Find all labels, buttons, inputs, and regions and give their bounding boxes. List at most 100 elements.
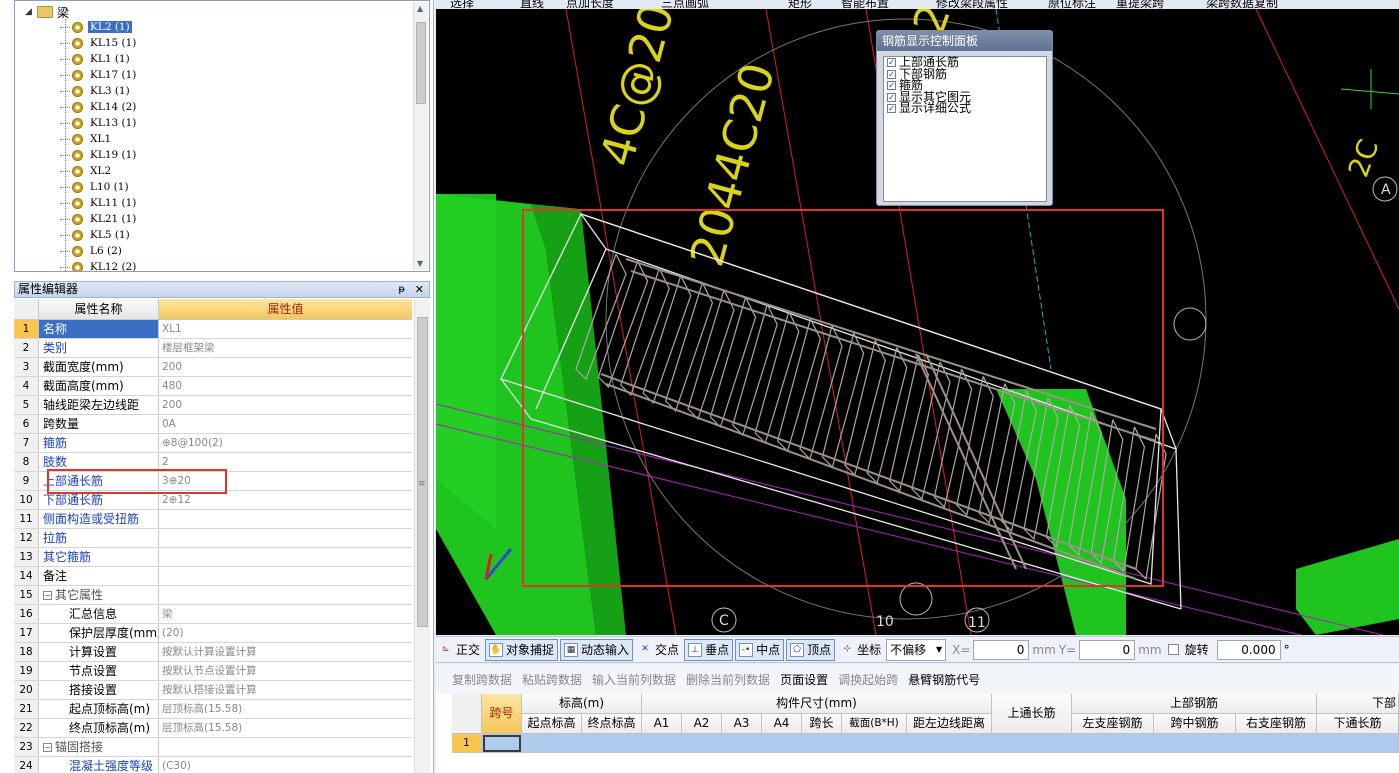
tree-scroll-thumb[interactable]	[416, 22, 426, 104]
property-row[interactable]: 4 截面高度(mm) 480	[14, 377, 412, 396]
toolbar-button[interactable]: 点加长度	[566, 0, 614, 9]
property-row[interactable]: 11 侧面构造或受扭筋	[14, 510, 412, 529]
tree-item[interactable]: KL2 (1)	[60, 19, 132, 35]
property-value[interactable]: 按默认搭接设置计算	[159, 681, 412, 699]
coordinate-toggle[interactable]: ⊹ 坐标	[837, 639, 884, 661]
property-value[interactable]	[159, 567, 412, 585]
toolbar-button[interactable]: 直线	[520, 0, 544, 9]
property-value[interactable]	[159, 548, 412, 566]
tree-item[interactable]: KL21 (1)	[60, 211, 138, 227]
vertex-toggle[interactable]: ⬠ 顶点	[786, 638, 836, 661]
component-tree[interactable]: ◢ 梁 KL2 (1) KL15 (1) KL1 (1) KL17 (1) KL3 (1…	[14, 0, 430, 272]
property-row[interactable]: 22 终点顶标高(m) 层顶标高(15.58)	[14, 719, 412, 738]
close-icon[interactable]: ✕	[415, 282, 424, 297]
tree-root-beam[interactable]: ◢ 梁	[25, 4, 69, 20]
rebar-option-checkbox[interactable]: ✓ 显示详细公式	[884, 102, 1046, 115]
tree-item[interactable]: KL3 (1)	[60, 83, 132, 99]
tree-item[interactable]: XL2	[60, 163, 113, 179]
col-a3[interactable]: A3	[722, 714, 762, 734]
tree-item[interactable]: KL13 (1)	[60, 115, 138, 131]
tree-item[interactable]: KL1 (1)	[60, 51, 132, 67]
col-top-through[interactable]: 上通长筋	[992, 694, 1072, 734]
property-row[interactable]: 17 保护层厚度(mm) (20)	[14, 624, 412, 643]
collapse-arrow-icon[interactable]: ◢	[25, 7, 37, 17]
grid-toolbar-button[interactable]: 悬臂钢筋代号	[908, 671, 980, 688]
property-value[interactable]: 480	[159, 377, 412, 395]
property-value[interactable]: ⊕8@100(2)	[159, 434, 412, 452]
tree-item[interactable]: KL19 (1)	[60, 147, 138, 163]
property-value[interactable]	[159, 510, 412, 528]
property-scrollbar[interactable]: ≡	[414, 299, 430, 773]
collapse-minus-icon[interactable]: −	[43, 591, 52, 600]
dynamic-input-toggle[interactable]: ▦ 动态输入	[560, 638, 634, 661]
toolbar-button[interactable]: 修改梁段属性	[936, 0, 1008, 9]
tree-item[interactable]: XL1	[60, 131, 113, 147]
col-right-support[interactable]: 右支座钢筋	[1236, 714, 1317, 734]
property-value[interactable]	[159, 738, 412, 756]
tree-item[interactable]: KL14 (2)	[60, 99, 138, 115]
property-row[interactable]: 19 节点设置 按默认节点设置计算	[14, 662, 412, 681]
checkbox-icon[interactable]: ✓	[887, 104, 896, 114]
property-value[interactable]: (20)	[159, 624, 412, 642]
property-value[interactable]: 200	[159, 396, 412, 414]
checkbox-icon[interactable]: ✓	[887, 92, 896, 102]
col-section[interactable]: 截面(B*H)	[842, 714, 907, 734]
grid-toolbar-button[interactable]: 删除当前列数据	[686, 671, 770, 688]
property-row[interactable]: 6 跨数量 0A	[14, 415, 412, 434]
checkbox-icon[interactable]: ✓	[887, 81, 896, 91]
object-snap-toggle[interactable]: ✋ 对象捕捉	[485, 638, 559, 661]
pin-icon[interactable]: ᵽ	[398, 282, 405, 297]
rotate-checkbox[interactable]	[1167, 644, 1179, 655]
col-a2[interactable]: A2	[682, 714, 722, 734]
perpendicular-toggle[interactable]: ⊥ 垂点	[684, 638, 734, 661]
row-header-1[interactable]: 1	[452, 734, 482, 753]
property-row[interactable]: 1 名称 XL1	[14, 320, 412, 339]
tree-scrollbar[interactable]: ▲ ▼	[413, 2, 428, 270]
tree-item[interactable]: KL5 (1)	[60, 227, 132, 243]
col-dist-left[interactable]: 距左边线距离	[907, 714, 992, 734]
active-cell[interactable]	[483, 735, 521, 752]
table-row[interactable]	[482, 734, 1399, 753]
col-a1[interactable]: A1	[642, 714, 682, 734]
property-value[interactable]	[159, 586, 412, 604]
ortho-toggle[interactable]: ⊾ 正交	[436, 639, 483, 661]
grid-toolbar-button[interactable]: 调换起始跨	[838, 671, 898, 688]
property-value[interactable]: 按默认节点设置计算	[159, 662, 412, 680]
property-row[interactable]: 21 起点顶标高(m) 层顶标高(15.58)	[14, 700, 412, 719]
property-row[interactable]: 7 箍筋 ⊕8@100(2)	[14, 434, 412, 453]
property-value[interactable]: (C30)	[159, 757, 412, 773]
col-bottom-through[interactable]: 下通长筋	[1317, 714, 1399, 734]
property-row[interactable]: 13 其它箍筋	[14, 548, 412, 567]
x-input[interactable]: 0	[973, 639, 1030, 660]
toolbar-button[interactable]: 智能布置	[841, 0, 889, 9]
property-value[interactable]: XL1	[159, 320, 412, 338]
grid-toolbar-button[interactable]: 页面设置	[780, 671, 828, 688]
tree-item[interactable]: KL11 (1)	[60, 195, 138, 211]
col-mid-span[interactable]: 跨中钢筋	[1154, 714, 1236, 734]
tree-item[interactable]: L6 (2)	[60, 243, 124, 259]
property-value[interactable]: 梁	[159, 605, 412, 623]
tree-item[interactable]: KL12 (2)	[60, 259, 138, 271]
property-row[interactable]: 5 轴线距梁左边线距 200	[14, 396, 412, 415]
collapse-minus-icon[interactable]: −	[43, 743, 52, 752]
grid-toolbar-button[interactable]: 复制跨数据	[452, 671, 512, 688]
property-row[interactable]: 24 混凝土强度等级 (C30)	[14, 757, 412, 773]
property-value[interactable]: 0A	[159, 415, 412, 433]
property-scroll-thumb[interactable]	[417, 317, 428, 627]
property-value[interactable]: 200	[159, 358, 412, 376]
property-row[interactable]: 14 备注	[14, 567, 412, 586]
col-end-elev[interactable]: 终点标高	[582, 714, 642, 734]
property-row[interactable]: 12 拉筋	[14, 529, 412, 548]
col-a4[interactable]: A4	[762, 714, 802, 734]
col-span-length[interactable]: 跨长	[802, 714, 842, 734]
rotate-input[interactable]: 0.000	[1216, 639, 1281, 660]
property-value[interactable]	[159, 529, 412, 547]
grid-toolbar-button[interactable]: 粘贴跨数据	[522, 671, 582, 688]
col-left-support[interactable]: 左支座钢筋	[1072, 714, 1154, 734]
offset-mode-select[interactable]: 不偏移 ▼	[886, 638, 947, 661]
toolbar-button[interactable]: 重提梁跨	[1116, 0, 1164, 9]
3d-viewport[interactable]: 4C@200/2 2044C20 4C@200/2 2C C 10 11	[436, 9, 1399, 635]
toolbar-button[interactable]: 矩形	[788, 0, 812, 9]
property-row[interactable]: 20 搭接设置 按默认搭接设置计算	[14, 681, 412, 700]
y-input[interactable]: 0	[1079, 639, 1136, 660]
